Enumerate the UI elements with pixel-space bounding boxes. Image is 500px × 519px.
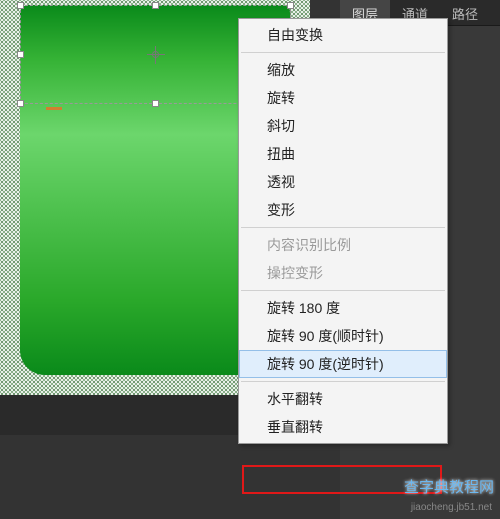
transform-handle-bottom[interactable]	[152, 100, 159, 107]
transform-handle-top-left[interactable]	[17, 2, 24, 9]
menu-item-14[interactable]: 旋转 90 度(逆时针)	[239, 350, 447, 378]
transform-context-menu: 自由变换缩放旋转斜切扭曲透视变形内容识别比例操控变形旋转 180 度旋转 90 …	[238, 18, 448, 444]
menu-item-16[interactable]: 水平翻转	[239, 385, 447, 413]
transform-handle-top[interactable]	[152, 2, 159, 9]
transform-handle-left[interactable]	[17, 51, 24, 58]
path-anchor-icon	[46, 107, 62, 110]
menu-item-7[interactable]: 变形	[239, 196, 447, 224]
menu-item-5[interactable]: 扭曲	[239, 140, 447, 168]
transform-handle-top-right[interactable]	[287, 2, 294, 9]
menu-separator	[241, 52, 445, 53]
menu-item-10: 操控变形	[239, 259, 447, 287]
menu-item-0[interactable]: 自由变换	[239, 21, 447, 49]
menu-separator	[241, 381, 445, 382]
menu-item-12[interactable]: 旋转 180 度	[239, 294, 447, 322]
transform-center-icon[interactable]	[147, 46, 165, 64]
menu-item-17[interactable]: 垂直翻转	[239, 413, 447, 441]
menu-item-3[interactable]: 旋转	[239, 84, 447, 112]
menu-item-13[interactable]: 旋转 90 度(顺时针)	[239, 322, 447, 350]
menu-separator	[241, 227, 445, 228]
menu-item-4[interactable]: 斜切	[239, 112, 447, 140]
menu-item-2[interactable]: 缩放	[239, 56, 447, 84]
menu-item-9: 内容识别比例	[239, 231, 447, 259]
menu-separator	[241, 290, 445, 291]
transform-handle-bottom-left[interactable]	[17, 100, 24, 107]
menu-item-6[interactable]: 透视	[239, 168, 447, 196]
